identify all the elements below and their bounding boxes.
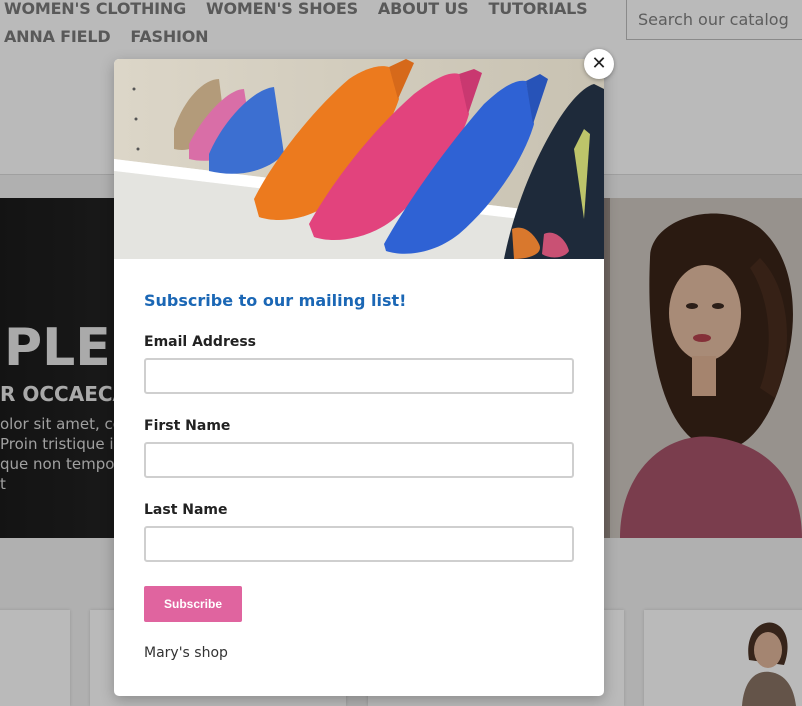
modal-title: Subscribe to our mailing list! bbox=[144, 291, 407, 310]
email-field[interactable] bbox=[144, 358, 574, 394]
close-icon: ✕ bbox=[591, 53, 607, 74]
subscribe-button[interactable]: Subscribe bbox=[144, 586, 242, 622]
shop-name: Mary's shop bbox=[144, 645, 228, 661]
newsletter-modal: ✕ Subscribe to our mailing list! Email A… bbox=[114, 49, 614, 696]
close-button[interactable]: ✕ bbox=[584, 49, 614, 79]
first-name-label: First Name bbox=[144, 418, 231, 434]
first-name-field[interactable] bbox=[144, 442, 574, 478]
last-name-label: Last Name bbox=[144, 502, 228, 518]
shoes-banner-image bbox=[114, 59, 604, 259]
last-name-field[interactable] bbox=[144, 526, 574, 562]
email-label: Email Address bbox=[144, 334, 257, 350]
